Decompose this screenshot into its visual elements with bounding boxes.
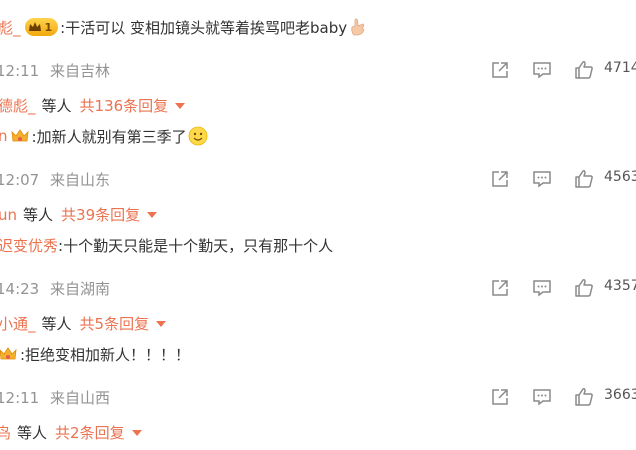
comment-icon[interactable] [532,169,552,189]
comment-icon[interactable] [532,278,552,298]
reply-summary[interactable]: 德彪_ 等人 共136条回复 [0,95,186,116]
likes-count: 4357 [604,278,636,294]
chevron-down-icon[interactable] [131,429,142,436]
like-icon[interactable] [574,169,594,189]
comment-username[interactable]: 彪_ [0,17,21,38]
comment-item: n :加新人就别有第三季了 12:07 来自山东 4563 un 等人 共39条… [0,123,636,232]
reply-count[interactable]: 共5条回复 [80,313,150,334]
share-icon[interactable] [490,387,510,407]
reply-count[interactable]: 共2条回复 [55,422,125,443]
comment-time: 12:11 [0,389,40,407]
comment-location: 来自湖南 [50,280,111,298]
reply-username[interactable]: 德彪_ [0,95,36,116]
reply-username[interactable]: 小通_ [0,313,36,334]
like-icon[interactable] [574,387,594,407]
crown-emoji-icon [10,129,29,142]
ok-hand-emoji-icon [351,18,365,36]
share-icon[interactable] [490,60,510,80]
reply-username[interactable]: 鸟 [0,422,11,443]
likes-count: 4563 [604,169,636,185]
comment-time: 12:11 [0,62,40,80]
chevron-down-icon[interactable] [156,320,167,327]
comment-icon[interactable] [532,60,552,80]
like-icon[interactable] [574,60,594,80]
reply-summary[interactable]: un 等人 共39条回复 [0,204,158,225]
comment-text: :拒绝变相加新人！！！！ [20,345,191,364]
vip-level: 1 [44,20,53,34]
reply-username[interactable]: un [0,206,17,224]
vip-badge: 1 [24,18,59,36]
reply-suffix: 等人 [41,315,72,333]
crown-icon [28,22,41,31]
comment-content: :拒绝变相加新人！！！！ [0,341,190,367]
comment-username[interactable]: n [0,127,8,145]
share-icon[interactable] [490,278,510,298]
comment-content: n :加新人就别有第三季了 [0,123,208,149]
comment-time: 14:23 [0,280,40,298]
comment-meta: 12:11 来自山西 [0,387,110,408]
comment-actions: 4563 [486,167,636,191]
comment-content: 彪_ 1 :干活可以 变相加镜头就等着挨骂吧老baby [0,14,366,40]
reply-suffix: 等人 [17,424,48,442]
comment-item: 迟变优秀 :十个勤天只能是十个勤天，只有那十个人 14:23 来自湖南 4357… [0,232,636,341]
comment-item: 彪_ 1 :干活可以 变相加镜头就等着挨骂吧老baby 12:11 来自吉林 4… [0,14,636,123]
smiley-emoji-icon [188,126,207,146]
comment-actions: 4714 [486,58,636,82]
like-icon[interactable] [574,278,594,298]
chevron-down-icon[interactable] [147,211,158,218]
comment-location: 来自吉林 [50,62,111,80]
likes-count: 4714 [604,60,636,76]
crown-emoji-icon [0,347,17,360]
reply-suffix: 等人 [23,206,54,224]
comment-content: 迟变优秀 :十个勤天只能是十个勤天，只有那十个人 [0,232,333,258]
reply-count[interactable]: 共39条回复 [61,204,140,225]
reply-summary[interactable]: 小通_ 等人 共5条回复 [0,313,167,334]
comment-meta: 14:23 来自湖南 [0,278,110,299]
comment-icon[interactable] [532,387,552,407]
reply-suffix: 等人 [41,97,72,115]
comment-location: 来自山西 [50,389,111,407]
chevron-down-icon[interactable] [175,102,186,109]
likes-count: 3663 [604,387,636,403]
reply-count[interactable]: 共136条回复 [80,95,169,116]
comment-meta: 12:11 来自吉林 [0,60,110,81]
comment-meta: 12:07 来自山东 [0,169,110,190]
comment-actions: 3663 [486,385,636,409]
reply-summary[interactable]: 鸟 等人 共2条回复 [0,422,142,443]
comment-actions: 4357 [486,276,636,300]
share-icon[interactable] [490,169,510,189]
comment-time: 12:07 [0,171,40,189]
comment-text: :干活可以 变相加镜头就等着挨骂吧老baby [60,18,348,37]
comment-username[interactable]: 迟变优秀 [0,235,58,256]
comment-location: 来自山东 [50,171,111,189]
comment-text: :加新人就别有第三季了 [31,127,187,146]
comment-text: :十个勤天只能是十个勤天，只有那十个人 [58,236,334,255]
